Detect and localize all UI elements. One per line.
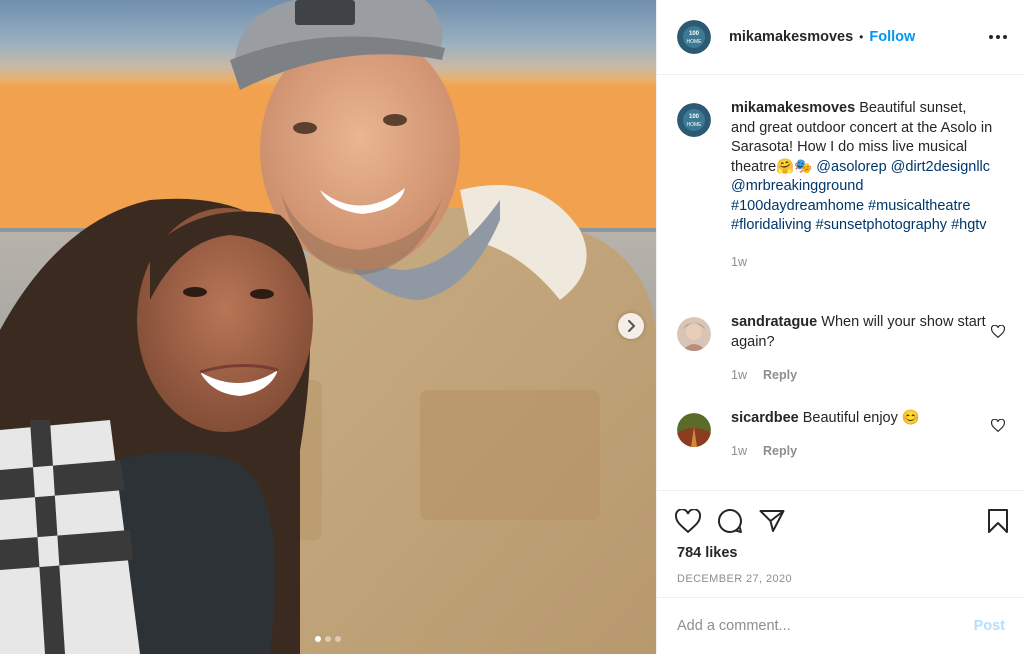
follow-button[interactable]: Follow <box>869 29 915 45</box>
svg-text:HOME: HOME <box>687 122 703 128</box>
caption-avatar[interactable]: 100 HOME <box>677 103 711 137</box>
post-date[interactable]: DECEMBER 27, 2020 <box>657 561 1024 585</box>
post-sidebar: 100 HOME mikamakesmoves • Follow 100 HOM… <box>656 0 1024 654</box>
author-avatar[interactable]: 100 HOME <box>677 20 711 54</box>
carousel-dot <box>325 636 331 642</box>
comment-input[interactable] <box>677 618 974 634</box>
more-options-icon[interactable] <box>989 29 1007 45</box>
post-header: 100 HOME mikamakesmoves • Follow <box>657 0 1024 75</box>
post-actions: 784 likes DECEMBER 27, 2020 <box>657 490 1024 585</box>
bookmark-icon[interactable] <box>987 508 1009 534</box>
reply-button[interactable]: Reply <box>763 442 797 462</box>
chevron-right-icon <box>628 320 635 332</box>
commenter-avatar[interactable] <box>677 413 711 447</box>
comment-bubble-icon[interactable] <box>717 508 743 534</box>
svg-text:HOME: HOME <box>687 39 703 45</box>
post-comment-button[interactable]: Post <box>974 618 1005 634</box>
comment-username[interactable]: sicardbee <box>731 410 799 426</box>
add-comment-bar: Post <box>657 597 1024 654</box>
post-photo <box>0 0 656 654</box>
caption-tag[interactable]: #floridaliving <box>731 217 812 233</box>
caption-tag[interactable]: #sunsetphotography <box>816 217 947 233</box>
caption-tag[interactable]: @mrbreakingground <box>731 178 863 194</box>
svg-text:100: 100 <box>689 31 700 37</box>
svg-text:100: 100 <box>689 114 700 120</box>
comments-list[interactable]: 100 HOME mikamakesmoves Beautiful sunset… <box>657 76 1024 488</box>
comment-username[interactable]: sandratague <box>731 314 817 330</box>
share-paper-plane-icon[interactable] <box>759 509 785 533</box>
caption-avatar-image: 100 HOME <box>677 103 711 137</box>
carousel-dot <box>335 636 341 642</box>
comment-body: sicardbee Beautiful enjoy 😊 1w Reply <box>731 409 993 461</box>
next-slide-button[interactable] <box>618 313 644 339</box>
comment-body: sandratague When will your show start ag… <box>731 313 993 386</box>
like-comment-heart-icon[interactable] <box>991 419 1005 432</box>
author-username[interactable]: mikamakesmoves <box>729 29 853 45</box>
carousel-indicator <box>0 636 656 642</box>
caption-username[interactable]: mikamakesmoves <box>731 100 855 116</box>
caption-tag[interactable]: #hgtv <box>951 217 986 233</box>
comment-item: sicardbee Beautiful enjoy 😊 1w Reply <box>677 409 1017 461</box>
separator-dot: • <box>859 30 864 44</box>
like-heart-icon[interactable] <box>675 509 701 533</box>
commenter-avatar[interactable] <box>677 317 711 351</box>
caption-tag[interactable]: #musicaltheatre <box>868 198 970 214</box>
reply-button[interactable]: Reply <box>763 366 797 386</box>
likes-count[interactable]: 784 likes <box>657 537 1024 561</box>
caption-tag[interactable]: @asolorep <box>816 159 886 175</box>
carousel-dot <box>315 636 321 642</box>
post-media[interactable] <box>0 0 656 654</box>
author-avatar-image: 100 HOME <box>677 20 711 54</box>
comment-timestamp[interactable]: 1w <box>731 442 747 462</box>
commenter-avatar-image <box>677 413 711 447</box>
caption-tag[interactable]: #100daydreamhome <box>731 198 864 214</box>
caption-tag[interactable]: @dirt2designllc <box>891 159 990 175</box>
caption-body: mikamakesmoves Beautiful sunset, and gre… <box>731 99 993 272</box>
like-comment-heart-icon[interactable] <box>991 325 1005 338</box>
post-modal: 100 HOME mikamakesmoves • Follow 100 HOM… <box>0 0 1024 654</box>
commenter-avatar-image <box>677 317 711 351</box>
comment-timestamp[interactable]: 1w <box>731 366 747 386</box>
comment-text: Beautiful enjoy 😊 <box>802 410 920 426</box>
comment-item: sandratague When will your show start ag… <box>677 313 1017 386</box>
caption: 100 HOME mikamakesmoves Beautiful sunset… <box>677 99 1017 272</box>
caption-timestamp[interactable]: 1w <box>731 253 747 273</box>
